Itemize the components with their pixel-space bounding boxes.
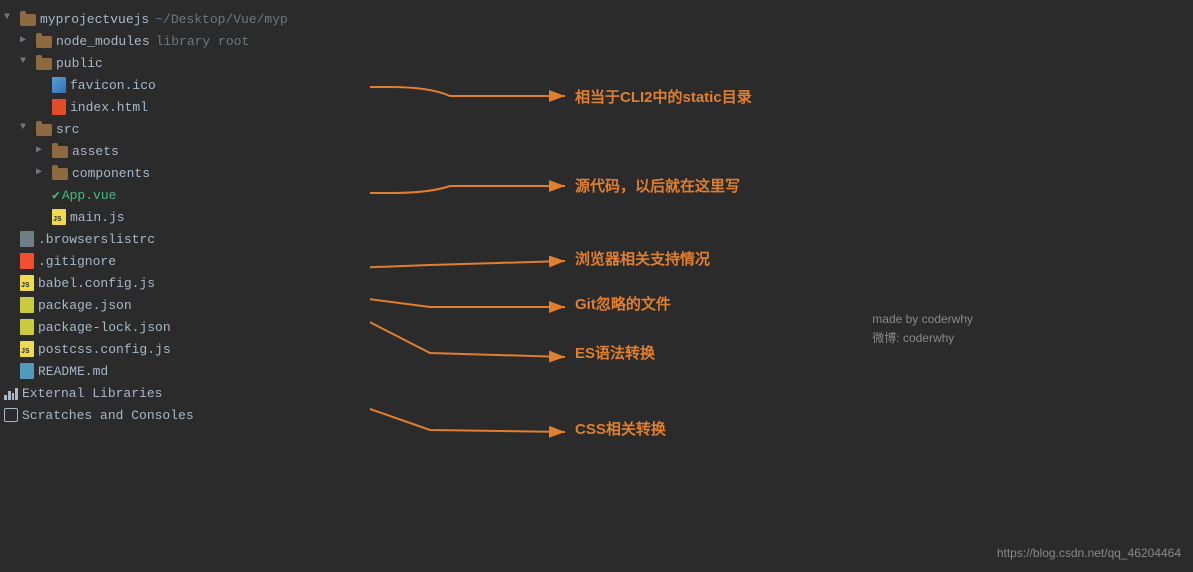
components-folder-item[interactable]: components (0, 162, 370, 184)
package-json-item[interactable]: package.json (0, 294, 370, 316)
ico-icon (52, 77, 66, 93)
app-vue-item[interactable]: ✔ App.vue (0, 184, 370, 206)
src-folder-item[interactable]: src (0, 118, 370, 140)
folder-icon (36, 36, 52, 48)
app-vue-label: App.vue (62, 188, 117, 203)
assets-folder-item[interactable]: assets (0, 140, 370, 162)
annotation-browserslist: 浏览器相关支持情况 (575, 248, 710, 269)
folder-icon (52, 168, 68, 180)
arrow-icon (20, 56, 34, 70)
public-folder-item[interactable]: public (0, 52, 370, 74)
folder-icon (20, 14, 36, 26)
assets-label: assets (72, 144, 119, 159)
annotation-public: 相当于CLI2中的static目录 (575, 86, 752, 107)
arrow-icon (20, 122, 34, 136)
folder-icon (36, 58, 52, 70)
folder-icon (52, 146, 68, 158)
external-libraries-item[interactable]: External Libraries (0, 382, 370, 404)
arrow-icon (4, 12, 18, 26)
gitignore-label: .gitignore (38, 254, 116, 269)
annotation-babel: ES语法转换 (575, 342, 655, 363)
package-json-label: package.json (38, 298, 132, 313)
file-tree: myprojectvuejs ~/Desktop/Vue/myp node_mo… (0, 0, 370, 572)
made-by-text: made by coderwhy 微博: coderwhy (872, 310, 973, 348)
annotation-src: 源代码，以后就在这里写 (575, 175, 740, 196)
node-modules-item[interactable]: node_modules library root (0, 30, 370, 52)
arrow-icon (20, 34, 34, 48)
arrow-icon (36, 144, 50, 158)
scratches-label: Scratches and Consoles (22, 408, 194, 423)
md-icon (20, 363, 34, 379)
checkmark-icon: ✔ (52, 188, 60, 203)
project-name: myprojectvuejs (40, 12, 149, 27)
babel-config-label: babel.config.js (38, 276, 155, 291)
public-label: public (56, 56, 103, 71)
made-by-line1: made by coderwhy (872, 310, 973, 329)
project-root[interactable]: myprojectvuejs ~/Desktop/Vue/myp (0, 8, 370, 30)
readme-label: README.md (38, 364, 108, 379)
main-js-item[interactable]: JS main.js (0, 206, 370, 228)
html-icon (52, 99, 66, 115)
json-icon (20, 319, 34, 335)
arrow-icon (36, 166, 50, 180)
package-lock-item[interactable]: package-lock.json (0, 316, 370, 338)
project-path: ~/Desktop/Vue/myp (155, 12, 288, 27)
index-html-item[interactable]: index.html (0, 96, 370, 118)
browserslistrc-item[interactable]: .browserslistrc (0, 228, 370, 250)
scratch-icon (4, 408, 18, 422)
js-icon: JS (20, 275, 34, 291)
scratches-item[interactable]: Scratches and Consoles (0, 404, 370, 426)
src-label: src (56, 122, 79, 137)
readme-item[interactable]: README.md (0, 360, 370, 382)
js-icon: JS (20, 341, 34, 357)
package-lock-label: package-lock.json (38, 320, 171, 335)
git-icon (20, 253, 34, 269)
postcss-config-item[interactable]: JS postcss.config.js (0, 338, 370, 360)
index-html-label: index.html (70, 100, 148, 115)
main-js-label: main.js (70, 210, 125, 225)
favicon-label: favicon.ico (70, 78, 156, 93)
config-icon (20, 231, 34, 247)
gitignore-item[interactable]: .gitignore (0, 250, 370, 272)
babel-config-item[interactable]: JS babel.config.js (0, 272, 370, 294)
favicon-item[interactable]: favicon.ico (0, 74, 370, 96)
watermark: https://blog.csdn.net/qq_46204464 (997, 546, 1181, 560)
library-root-badge: library root (156, 34, 250, 49)
bar-chart-icon (4, 386, 18, 400)
js-icon: JS (52, 209, 66, 225)
external-libraries-label: External Libraries (22, 386, 162, 401)
json-icon (20, 297, 34, 313)
annotation-postcss: CSS相关转换 (575, 418, 666, 439)
browserslistrc-label: .browserslistrc (38, 232, 155, 247)
components-label: components (72, 166, 150, 181)
postcss-config-label: postcss.config.js (38, 342, 171, 357)
annotation-gitignore: Git忽略的文件 (575, 293, 671, 314)
folder-icon (36, 124, 52, 136)
node-modules-label: node_modules (56, 34, 150, 49)
made-by-line2: 微博: coderwhy (872, 329, 973, 348)
